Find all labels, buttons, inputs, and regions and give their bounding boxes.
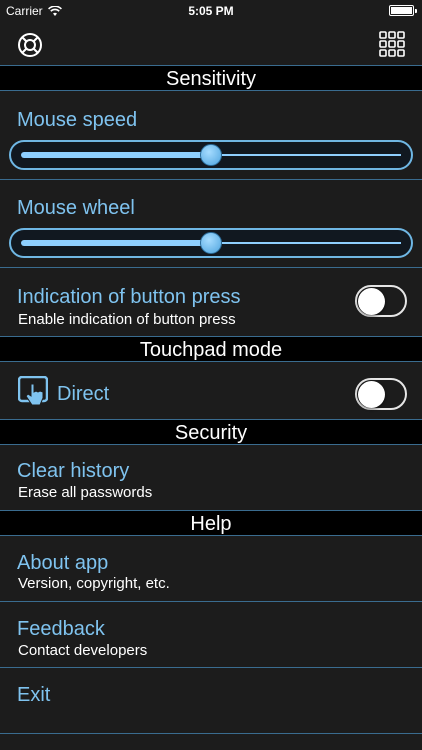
status-time: 5:05 PM (188, 4, 234, 18)
clear-history-subtitle: Erase all passwords (18, 484, 153, 501)
exit-row[interactable]: Exit (0, 668, 422, 732)
toggle-knob (358, 381, 385, 408)
button-press-title: Indication of button press (17, 286, 241, 308)
about-app-subtitle: Version, copyright, etc. (18, 575, 170, 592)
mouse-wheel-slider[interactable] (9, 228, 413, 258)
button-press-toggle[interactable] (355, 285, 407, 317)
lifebuoy-help-icon[interactable] (17, 32, 43, 58)
slider-thumb[interactable] (200, 232, 222, 254)
mouse-wheel-label: Mouse wheel (17, 197, 135, 219)
slider-track (222, 242, 401, 244)
status-bar: Carrier 5:05 PM (0, 0, 422, 22)
divider (0, 733, 422, 734)
battery-icon (389, 5, 417, 16)
slider-fill (21, 240, 211, 246)
section-header-help: Help (0, 510, 422, 536)
mouse-speed-slider[interactable] (9, 140, 413, 170)
slider-fill (21, 152, 211, 158)
section-header-sensitivity: Sensitivity (0, 65, 422, 91)
toggle-knob (358, 288, 385, 315)
feedback-row[interactable]: Feedback Contact developers (0, 602, 422, 666)
touch-hand-icon (18, 376, 48, 406)
slider-track (222, 154, 401, 156)
about-app-row[interactable]: About app Version, copyright, etc. (0, 537, 422, 601)
divider (0, 179, 422, 180)
button-press-subtitle: Enable indication of button press (18, 311, 236, 328)
nav-bar (0, 22, 422, 66)
slider-thumb[interactable] (200, 144, 222, 166)
feedback-subtitle: Contact developers (18, 642, 148, 659)
direct-label: Direct (57, 383, 110, 405)
mouse-speed-label: Mouse speed (17, 109, 138, 131)
divider (0, 267, 422, 268)
feedback-title: Feedback (17, 618, 105, 640)
section-header-security: Security (0, 419, 422, 445)
clear-history-title: Clear history (17, 460, 130, 482)
clear-history-row[interactable]: Clear history Erase all passwords (0, 446, 422, 510)
exit-title: Exit (17, 684, 51, 706)
section-header-touchpad: Touchpad mode (0, 336, 422, 362)
grid-menu-icon[interactable] (379, 31, 405, 57)
direct-toggle[interactable] (355, 378, 407, 410)
about-app-title: About app (17, 552, 109, 574)
